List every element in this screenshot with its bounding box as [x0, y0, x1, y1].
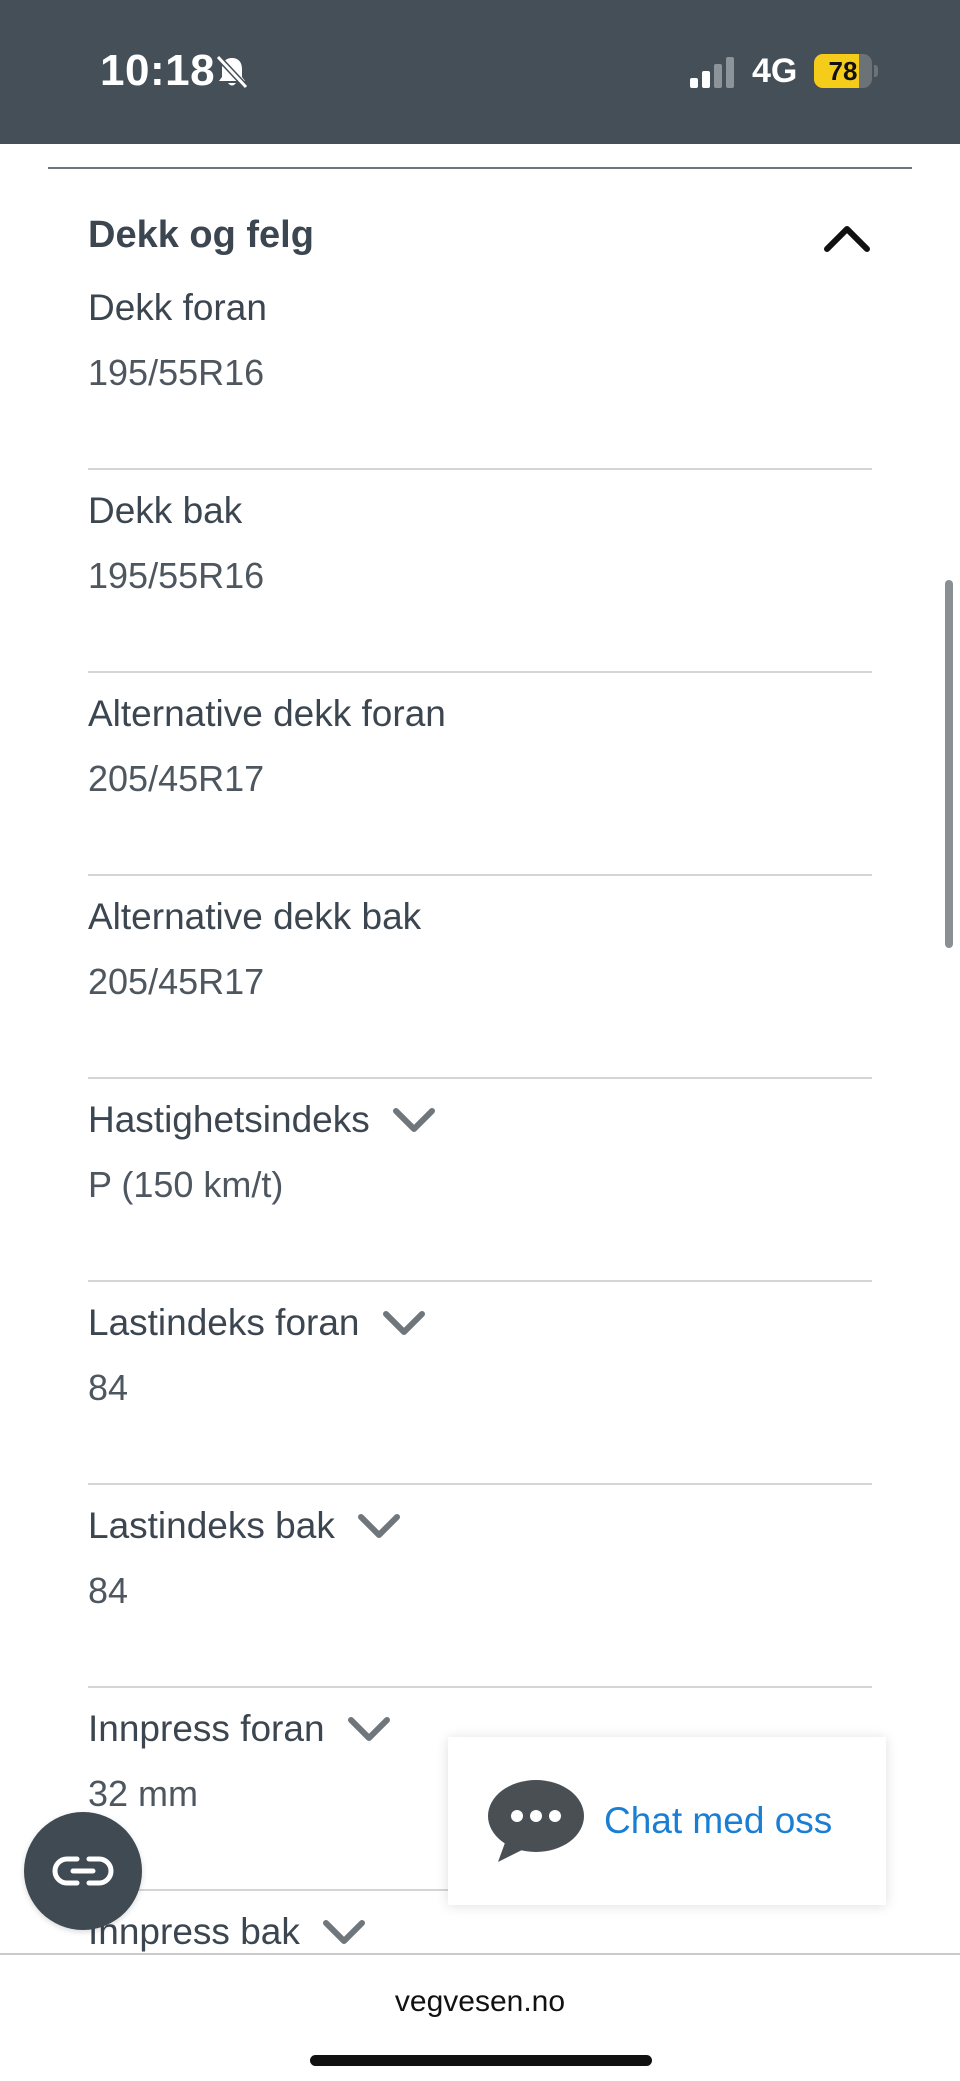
- list-item-label-text: Lastindeks bak: [88, 1505, 335, 1546]
- muted-bell-icon: [215, 54, 249, 90]
- list-item-label-text: Alternative dekk foran: [88, 693, 446, 734]
- link-button[interactable]: [24, 1812, 142, 1930]
- list-item-value: 84: [88, 1570, 129, 1611]
- list-item-label[interactable]: Innpress foran: [88, 1708, 393, 1750]
- list-item-label: Dekk foran: [88, 287, 267, 329]
- chevron-down-icon[interactable]: [345, 1712, 393, 1746]
- battery-icon: 78: [814, 54, 878, 88]
- list-item-value: 205/45R17: [88, 961, 265, 1002]
- scrollbar[interactable]: [945, 580, 953, 948]
- list-item-value: 195/55R16: [88, 352, 265, 393]
- list-item: Alternative dekk bak 205/45R17: [88, 876, 872, 1079]
- chat-widget[interactable]: Chat med oss: [448, 1737, 886, 1905]
- battery-level: 78: [828, 56, 858, 86]
- list-item-label-text: Lastindeks foran: [88, 1302, 360, 1343]
- list-item-label-text: Hastighetsindeks: [88, 1099, 370, 1140]
- signal-strength-icon: [690, 57, 734, 88]
- chat-bubble-icon: [488, 1780, 584, 1862]
- home-indicator[interactable]: [310, 2055, 652, 2066]
- chevron-down-icon[interactable]: [390, 1103, 438, 1137]
- browser-bottom-bar: vegvesen.no: [0, 1953, 960, 2081]
- list-item-label[interactable]: Lastindeks foran: [88, 1302, 428, 1344]
- list-item-label[interactable]: Lastindeks bak: [88, 1505, 403, 1547]
- chevron-down-icon[interactable]: [355, 1509, 403, 1543]
- network-type: 4G: [752, 52, 798, 90]
- list-item-label-text: Innpress foran: [88, 1708, 325, 1749]
- list-item-value: P (150 km/t): [88, 1164, 284, 1205]
- list-item[interactable]: Lastindeks bak 84: [88, 1485, 872, 1688]
- list-item-label-text: Dekk foran: [88, 287, 267, 328]
- list-item-value: 32 mm: [88, 1773, 199, 1814]
- list-item-label[interactable]: Hastighetsindeks: [88, 1099, 438, 1141]
- clock: 10:18: [100, 46, 216, 95]
- list-item-value: 205/45R17: [88, 758, 265, 799]
- status-bar: 10:18 4G 78: [0, 0, 960, 144]
- list-item: Alternative dekk foran 205/45R17: [88, 673, 872, 876]
- list-item-label: Alternative dekk foran: [88, 693, 446, 735]
- list-item[interactable]: Lastindeks foran 84: [88, 1282, 872, 1485]
- chat-label[interactable]: Chat med oss: [604, 1800, 832, 1842]
- chevron-down-icon[interactable]: [380, 1306, 428, 1340]
- list-item-label-text: Innpress bak: [88, 1911, 300, 1952]
- chevron-up-icon[interactable]: [822, 220, 872, 254]
- section-title[interactable]: Dekk og felg: [88, 214, 314, 257]
- list-item-label-text: Dekk bak: [88, 490, 243, 531]
- link-icon: [52, 1856, 114, 1886]
- list-item-label-text: Alternative dekk bak: [88, 896, 422, 937]
- url-display[interactable]: vegvesen.no: [0, 1985, 960, 2019]
- list-item-label: Alternative dekk bak: [88, 896, 421, 938]
- divider: [48, 167, 912, 169]
- list-item-value: 195/55R16: [88, 555, 265, 596]
- list-item: Dekk foran 195/55R16: [88, 267, 872, 470]
- list-item-value: 84: [88, 1367, 129, 1408]
- list-item-label[interactable]: Innpress bak: [88, 1911, 368, 1953]
- list-item: Dekk bak 195/55R16: [88, 470, 872, 673]
- list-item-label: Dekk bak: [88, 490, 242, 532]
- chevron-down-icon[interactable]: [320, 1915, 368, 1949]
- list-item[interactable]: Hastighetsindeks P (150 km/t): [88, 1079, 872, 1282]
